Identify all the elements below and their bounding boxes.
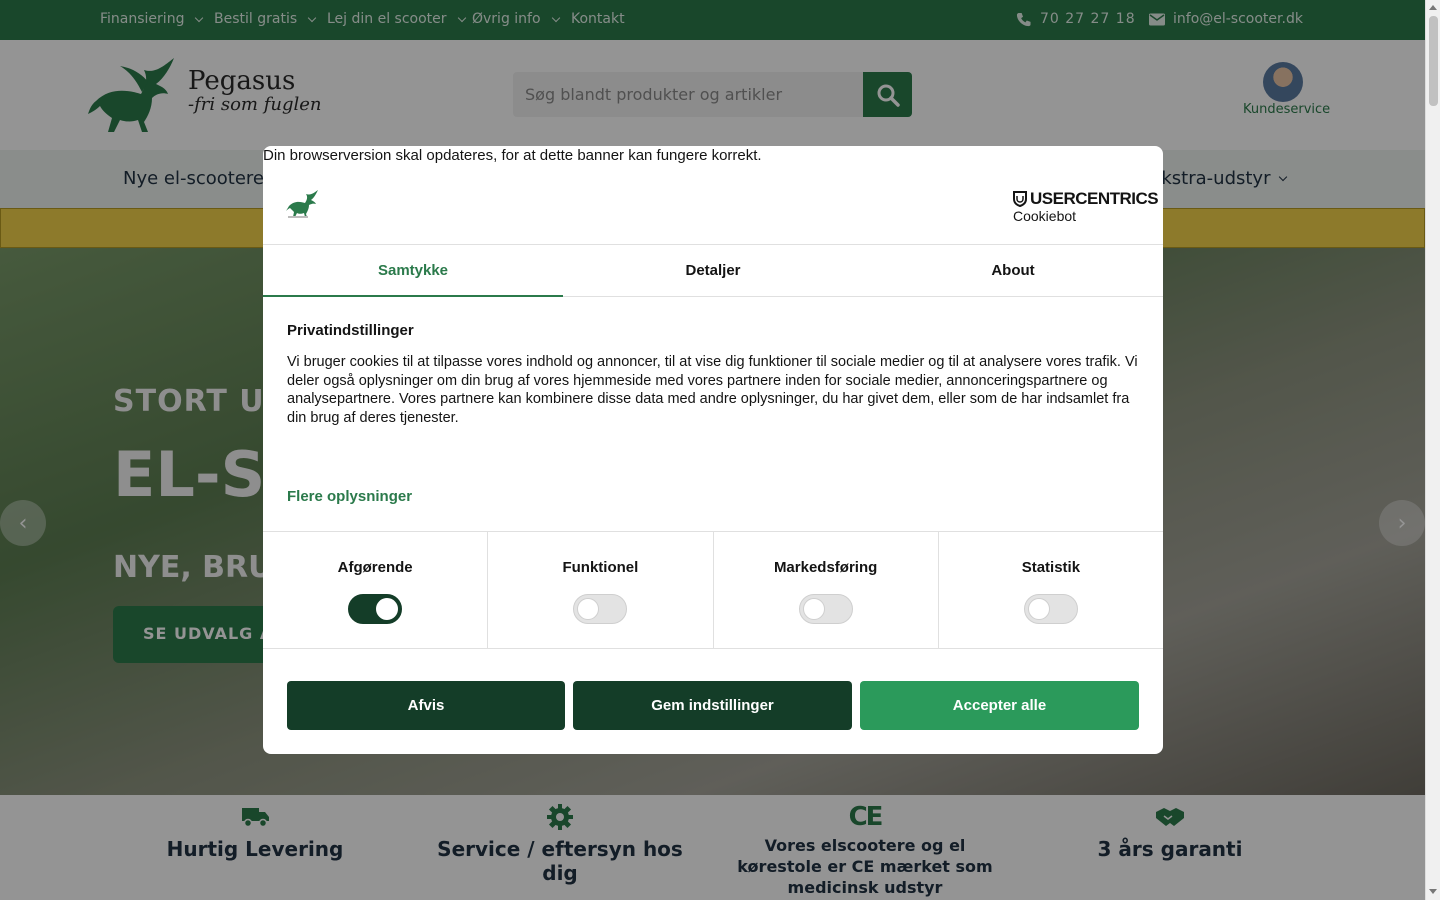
statistics-toggle[interactable]: [1023, 594, 1078, 624]
functional-toggle[interactable]: [573, 594, 628, 624]
privacy-title: Privatindstillinger: [287, 322, 414, 339]
shield-icon: [1013, 191, 1027, 207]
pegasus-small-logo-icon: [286, 190, 318, 218]
page-scrollbar[interactable]: [1425, 0, 1440, 900]
category-label: Afgørende: [337, 559, 413, 576]
more-info-link[interactable]: Flere oplysninger: [287, 488, 412, 505]
consent-categories: Afgørende Funktionel Markedsføring Stati…: [263, 531, 1163, 649]
save-settings-button[interactable]: Gem indstillinger: [573, 681, 852, 730]
category-statistik: Statistik: [939, 532, 1163, 648]
privacy-text: Vi bruger cookies til at tilpasse vores …: [287, 354, 1138, 426]
category-markedsforing: Markedsføring: [714, 532, 939, 648]
category-label: Funktionel: [562, 559, 639, 576]
marketing-toggle[interactable]: [798, 594, 853, 624]
scrollbar-thumb[interactable]: [1429, 16, 1438, 106]
consent-tabs: Samtykke Detaljer About: [263, 244, 1163, 297]
accept-all-button[interactable]: Accepter alle: [860, 681, 1139, 730]
browser-update-note: Din browserversion skal opdateres, for a…: [263, 147, 762, 164]
category-label: Markedsføring: [773, 559, 878, 576]
scroll-up-arrow[interactable]: [1429, 5, 1437, 10]
scroll-down-arrow[interactable]: [1429, 889, 1437, 894]
tab-about[interactable]: About: [863, 245, 1163, 296]
cookie-consent-dialog: Din browserversion skal opdateres, for a…: [263, 146, 1163, 754]
reject-button[interactable]: Afvis: [287, 681, 565, 730]
usercentrics-brand: USERCENTRICS Cookiebot: [1013, 189, 1159, 224]
provider-sub: Cookiebot: [1013, 208, 1077, 224]
provider-name: USERCENTRICS: [1030, 189, 1159, 208]
tab-detaljer[interactable]: Detaljer: [563, 245, 863, 296]
tab-samtykke[interactable]: Samtykke: [263, 245, 563, 297]
category-afgorende: Afgørende: [263, 532, 489, 648]
category-funktionel: Funktionel: [488, 532, 714, 648]
category-label: Statistik: [1021, 559, 1081, 576]
necessary-toggle[interactable]: [348, 594, 403, 624]
